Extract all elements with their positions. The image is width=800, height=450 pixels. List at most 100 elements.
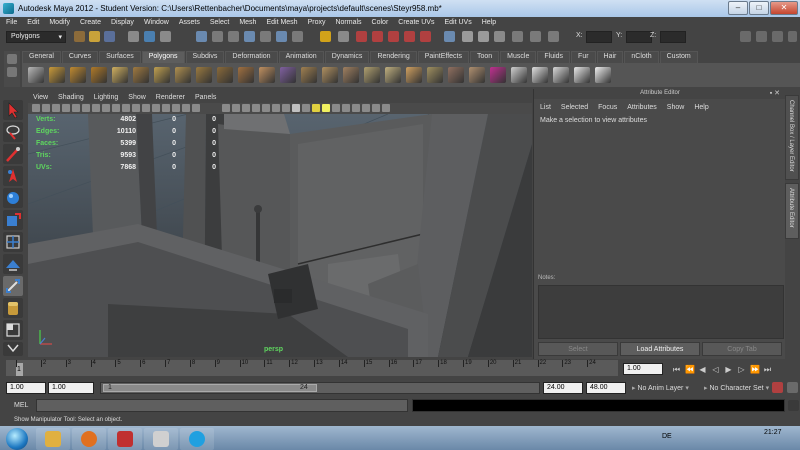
ipr-render-icon[interactable] xyxy=(478,31,489,42)
pick-mask-icon-6[interactable] xyxy=(276,31,287,42)
select-component-icon[interactable] xyxy=(160,31,171,42)
anim-end-field[interactable]: 24.00 xyxy=(543,382,583,394)
history-icon[interactable] xyxy=(444,31,455,42)
anim-layer-dropdown[interactable]: ▸ No Anim Layer ▾ xyxy=(632,384,689,392)
viewport-tool-icon[interactable] xyxy=(312,104,320,112)
shelf-tool-icon[interactable] xyxy=(133,67,149,83)
viewport-tool-icon[interactable] xyxy=(182,104,190,112)
viewport-tool-icon[interactable] xyxy=(52,104,60,112)
shelf-tool-icon[interactable] xyxy=(259,67,275,83)
taskbar-maya[interactable] xyxy=(144,428,178,450)
viewport-menu-renderer[interactable]: Renderer xyxy=(151,93,190,103)
shelf-tool-icon[interactable] xyxy=(343,67,359,83)
mel-label[interactable]: MEL xyxy=(14,402,28,409)
viewport-tool-icon[interactable] xyxy=(272,104,280,112)
snap-to-curve-icon[interactable] xyxy=(372,31,383,42)
go-to-end-icon[interactable]: ⏭ xyxy=(763,365,772,374)
scale-tool-icon[interactable] xyxy=(3,210,23,230)
step-back-frame-icon[interactable]: ◀ xyxy=(698,365,707,374)
ae-menu-focus[interactable]: Focus xyxy=(592,104,621,114)
shelf-tool-icon[interactable] xyxy=(406,67,422,83)
shelf-tool-icon[interactable] xyxy=(469,67,485,83)
viewport-tool-icon[interactable] xyxy=(242,104,250,112)
transform-mode-icon[interactable] xyxy=(548,31,559,42)
menu-color[interactable]: Color xyxy=(366,17,393,29)
menu-set-dropdown[interactable]: Polygons ▾ xyxy=(6,31,66,43)
range-slider-knob[interactable]: 1 24 xyxy=(103,384,317,392)
menu-help[interactable]: Help xyxy=(476,17,500,29)
toggle-panel-icon-3[interactable] xyxy=(772,31,783,42)
menu-modify[interactable]: Modify xyxy=(43,17,74,29)
menu-edit-uvs[interactable]: Edit UVs xyxy=(438,17,475,29)
viewport-tool-icon[interactable] xyxy=(382,104,390,112)
move-tool-icon[interactable] xyxy=(3,166,23,186)
open-scene-icon[interactable] xyxy=(89,31,100,42)
shelf-tool-icon[interactable] xyxy=(217,67,233,83)
shelf-tool-icon[interactable] xyxy=(91,67,107,83)
shelf-tool-icon[interactable] xyxy=(70,67,86,83)
maximize-button[interactable]: □ xyxy=(749,1,769,15)
shelf-tab-general[interactable]: General xyxy=(22,51,61,63)
viewport-tool-icon[interactable] xyxy=(62,104,70,112)
attribute-editor-tab[interactable]: Attribute Editor xyxy=(785,183,799,239)
toggle-panel-icon-4[interactable] xyxy=(788,31,797,42)
lasso-tool-icon[interactable] xyxy=(3,122,23,142)
layout-single-pane-icon[interactable] xyxy=(3,320,23,340)
show-manipulator-tool-icon[interactable] xyxy=(3,276,23,296)
shelf-tool-icon[interactable] xyxy=(28,67,44,83)
step-back-key-icon[interactable]: ⏪ xyxy=(685,365,695,374)
menu-edit-mesh[interactable]: Edit Mesh xyxy=(260,17,301,29)
universal-manipulator-icon[interactable] xyxy=(3,232,23,252)
viewport-menu-show[interactable]: Show xyxy=(123,93,151,103)
viewport-tool-icon[interactable] xyxy=(92,104,100,112)
shelf-tool-icon[interactable] xyxy=(154,67,170,83)
ae-menu-attributes[interactable]: Attributes xyxy=(621,104,661,114)
hypershade-icon[interactable] xyxy=(512,31,523,42)
anim-start-field[interactable]: 1.00 xyxy=(48,382,94,394)
shelf-tab-fluids[interactable]: Fluids xyxy=(537,51,571,63)
shelf-tool-icon[interactable] xyxy=(280,67,296,83)
viewport-menu-panels[interactable]: Panels xyxy=(190,93,221,103)
shelf-tab-curves[interactable]: Curves xyxy=(61,51,99,63)
shelf-tool-icon[interactable] xyxy=(511,67,527,83)
viewport-tool-icon[interactable] xyxy=(172,104,180,112)
viewport-menu-shading[interactable]: Shading xyxy=(53,93,89,103)
outliner-layout-icon[interactable] xyxy=(3,342,23,356)
select-object-icon[interactable] xyxy=(144,31,155,42)
menu-window[interactable]: Window xyxy=(138,17,173,29)
shelf-tab-polygons[interactable]: Polygons xyxy=(141,51,185,63)
shelf-tab-dynamics[interactable]: Dynamics xyxy=(324,51,370,63)
minimize-button[interactable]: – xyxy=(728,1,748,15)
pick-mask-icon-4[interactable] xyxy=(244,31,255,42)
time-slider[interactable]: 1 2 3 4 5 6 7 8 9 10 11 12 13 14 15 16 17 18 19 20 21 22 23 24 xyxy=(6,360,618,376)
clock[interactable]: 21:27 xyxy=(764,429,782,436)
load-attributes-button[interactable]: Load Attributes xyxy=(620,342,700,356)
script-editor-icon[interactable] xyxy=(788,400,799,411)
shelf-tab-animation[interactable]: Animation xyxy=(278,51,324,63)
taskbar-photoshop[interactable] xyxy=(108,428,142,450)
menu-proxy[interactable]: Proxy xyxy=(302,17,330,29)
viewport-menu-view[interactable]: View xyxy=(28,93,53,103)
shelf-tabs-icon[interactable] xyxy=(7,54,17,64)
viewport-tool-icon[interactable] xyxy=(82,104,90,112)
shelf-tool-icon[interactable] xyxy=(322,67,338,83)
viewport-menu-lighting[interactable]: Lighting xyxy=(89,93,124,103)
panel-controls[interactable]: ▪ ✕ xyxy=(770,89,780,97)
make-live-icon[interactable] xyxy=(420,31,431,42)
shelf-tool-icon[interactable] xyxy=(553,67,569,83)
soft-modification-icon[interactable] xyxy=(3,254,23,274)
language-indicator[interactable]: DE xyxy=(662,433,672,440)
shelf-tab-painteffects[interactable]: PaintEffects xyxy=(417,51,469,63)
paint-select-tool-icon[interactable] xyxy=(3,144,23,164)
taskbar-explorer[interactable] xyxy=(36,428,70,450)
viewport-tool-icon[interactable] xyxy=(112,104,120,112)
menu-mesh[interactable]: Mesh xyxy=(233,17,260,29)
pick-mask-icon-7[interactable] xyxy=(292,31,303,42)
scene-end-field[interactable]: 48.00 xyxy=(586,382,626,394)
snap-to-grid-icon[interactable] xyxy=(356,31,367,42)
shelf-tab-muscle[interactable]: Muscle xyxy=(500,51,537,63)
go-to-start-icon[interactable]: ⏮ xyxy=(672,365,681,374)
shelf-tool-icon[interactable] xyxy=(196,67,212,83)
menu-file[interactable]: File xyxy=(0,17,21,29)
rotate-tool-icon[interactable] xyxy=(3,188,23,208)
